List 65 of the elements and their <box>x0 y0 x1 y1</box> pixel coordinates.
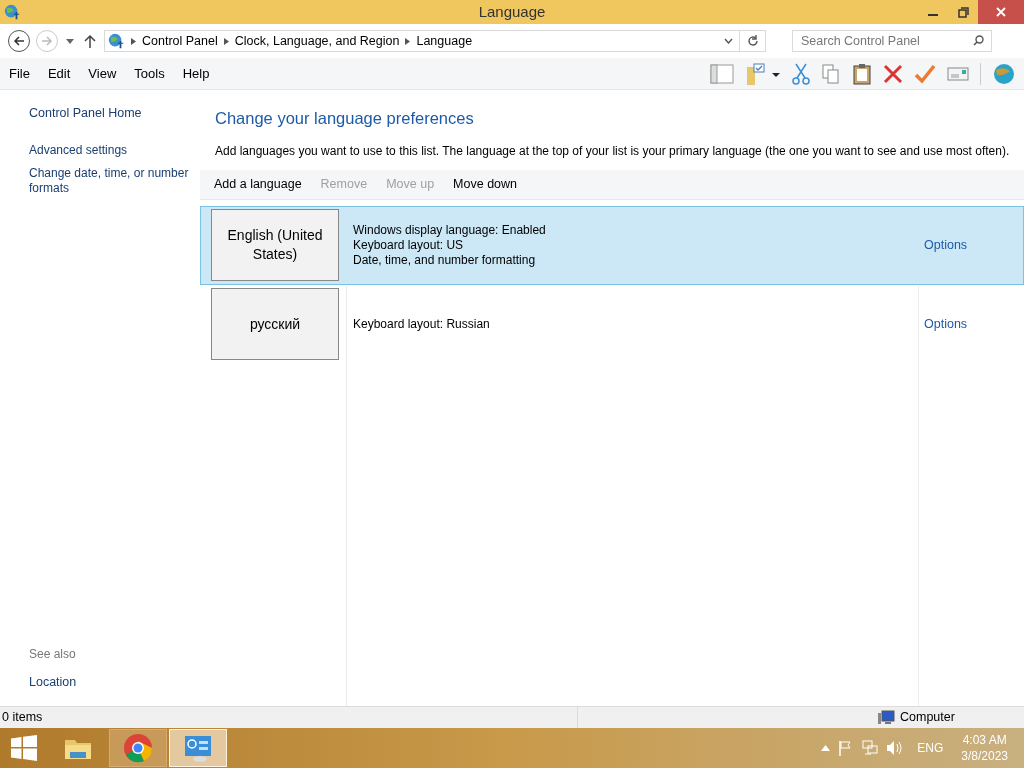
dropdown-caret-icon <box>66 38 74 44</box>
taskbar-button[interactable] <box>109 729 167 767</box>
delete-x-icon[interactable] <box>883 63 903 84</box>
action-link[interactable]: Move down <box>453 174 518 194</box>
action-link[interactable]: Add a language <box>214 174 302 194</box>
close-button[interactable] <box>978 0 1024 24</box>
up-button[interactable] <box>82 34 98 48</box>
forward-arrow-icon <box>41 35 53 47</box>
browser-icon <box>122 732 154 764</box>
breadcrumb-item[interactable]: Control Panel <box>142 31 218 51</box>
search-field[interactable]: Search Control Panel <box>792 30 992 52</box>
item-count: 0 items <box>1 709 43 727</box>
options-link[interactable]: Options <box>924 314 968 334</box>
language-detail: Windows display language: Enabled <box>353 222 547 238</box>
recent-dropdown[interactable] <box>64 38 76 44</box>
speaker-icon[interactable] <box>886 740 904 756</box>
back-arrow-icon <box>13 35 25 47</box>
chevron-icon <box>131 37 136 45</box>
window-title: Language <box>478 1 546 22</box>
restore-icon <box>957 6 969 18</box>
language-detail: Date, time, and number formatting <box>353 252 537 268</box>
sidebar-link[interactable]: Location <box>29 673 200 692</box>
windows-logo-icon <box>11 735 37 761</box>
network-icon[interactable] <box>862 740 879 756</box>
zone-label: Computer <box>900 709 955 727</box>
options-link[interactable]: Options <box>924 235 968 255</box>
refresh-icon[interactable] <box>746 35 759 47</box>
page-heading: Change your language preferences <box>215 108 475 129</box>
search-icon <box>973 35 984 46</box>
language-detail: Keyboard layout: US <box>353 237 465 253</box>
language-tile: English (United States) <box>211 209 339 282</box>
folder-checklist-icon[interactable] <box>745 62 781 85</box>
see-also-heading: See also <box>29 646 77 664</box>
checkmark-icon[interactable] <box>914 63 936 84</box>
chevron-icon <box>223 37 229 45</box>
page-description: Add languages you want to use to this list. The language at the top of your list is your primary language (the one you want to see and use most often). <box>215 142 1011 160</box>
globe-icon <box>107 32 125 50</box>
close-icon <box>996 7 1006 17</box>
language-tile: русский <box>211 288 339 361</box>
globe-icon <box>3 3 21 21</box>
envelope-icon[interactable] <box>947 65 969 82</box>
minimize-icon <box>928 14 938 16</box>
dropdown-chevron-icon[interactable] <box>724 38 733 44</box>
layout-pane-icon[interactable] <box>710 62 734 85</box>
breadcrumb-item[interactable]: Language <box>416 31 473 51</box>
sidebar-link[interactable]: Control Panel Home <box>29 104 200 123</box>
scissors-icon[interactable] <box>792 62 810 85</box>
menu-item[interactable]: Edit <box>38 63 80 84</box>
chevron-icon <box>405 37 411 45</box>
language-detail: Keyboard layout: Russian <box>353 316 491 332</box>
show-hidden-icons-icon[interactable] <box>821 745 831 751</box>
up-arrow-icon <box>84 34 96 48</box>
globe-icon[interactable] <box>992 61 1016 86</box>
language-row[interactable]: English (United States) Windows display language: Enabled Keyboard layout: US Date, time, and number formatting Options <box>200 205 1024 285</box>
clipboard-icon[interactable] <box>852 62 872 85</box>
copy-icon[interactable] <box>821 62 841 85</box>
computer-icon <box>878 710 895 725</box>
sidebar-link[interactable]: Advanced settings <box>29 142 200 158</box>
sidebar-link[interactable]: Change date, time, or number formats <box>29 165 200 196</box>
menu-item[interactable]: File <box>0 63 39 84</box>
menu-item[interactable]: Tools <box>125 63 174 84</box>
menu-item[interactable]: View <box>79 63 126 84</box>
menu-item[interactable]: Help <box>173 63 219 84</box>
breadcrumb-item[interactable]: Clock, Language, and Region <box>234 31 400 51</box>
address-bar[interactable]: Control Panel Clock, Language, and Region Language <box>104 30 766 52</box>
